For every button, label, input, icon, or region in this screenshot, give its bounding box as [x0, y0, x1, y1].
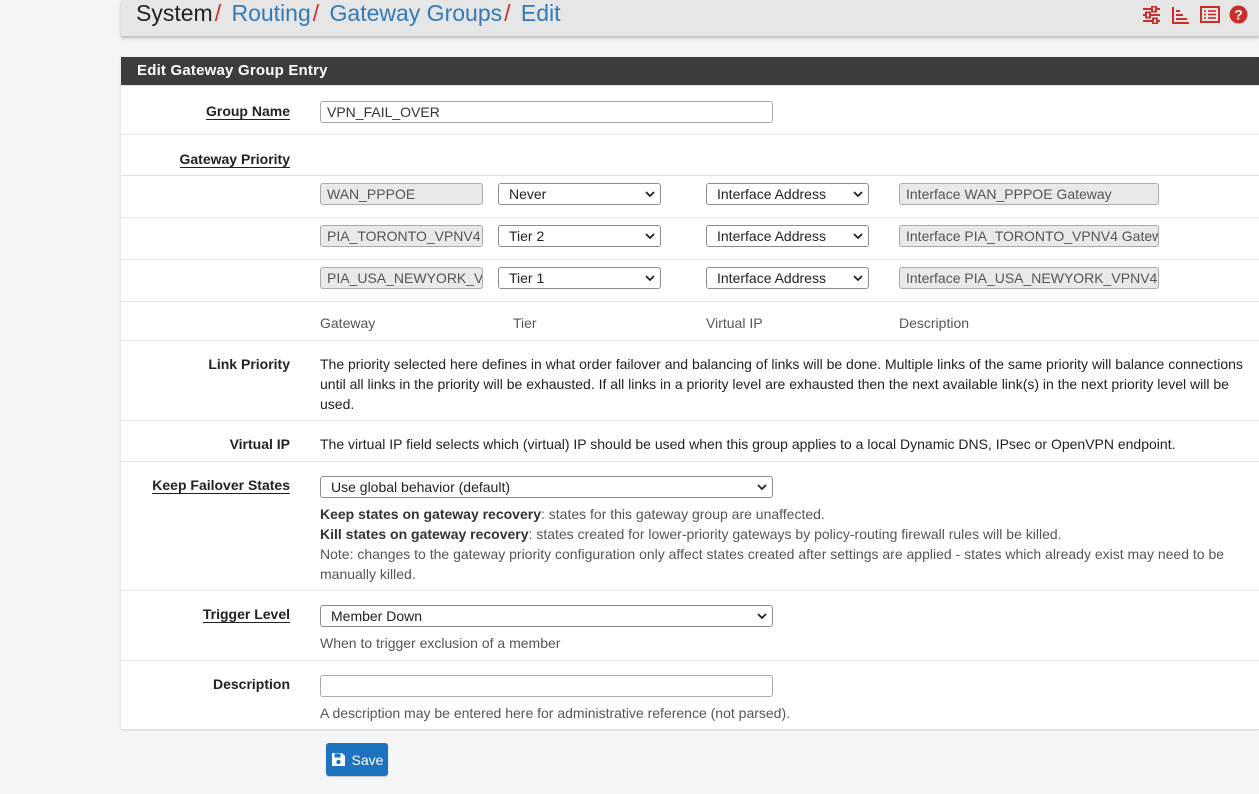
virtual-ip-select-value: Interface Address — [717, 228, 826, 244]
gateway-description-field: Interface PIA_USA_NEWYORK_VPNV4 G — [899, 267, 1159, 289]
breadcrumb: System/ Routing/ Gateway Groups/ Edit — [136, 0, 561, 28]
save-button[interactable]: Save — [326, 743, 388, 776]
trigger-level-select[interactable]: Member Down — [320, 605, 773, 627]
keep-states-term: Keep states on gateway recovery — [320, 506, 541, 522]
gateway-priority-label: Gateway Priority — [179, 151, 290, 168]
gateway-column-headers: Gateway Tier Virtual IP Description — [121, 301, 1259, 340]
group-name-row: Group Name VPN_FAIL_OVER — [121, 85, 1259, 134]
chevron-down-icon — [645, 191, 655, 198]
save-icon — [331, 753, 345, 766]
chevron-down-icon — [645, 275, 655, 282]
virtual-ip-row: Virtual IP The virtual IP field selects … — [121, 420, 1259, 461]
description-row: Description A description may be entered… — [121, 660, 1259, 729]
keep-failover-states-label: Keep Failover States — [152, 477, 290, 494]
tier-select[interactable]: Tier 1 — [498, 267, 661, 289]
link-priority-row: Link Priority The priority selected here… — [121, 340, 1259, 420]
tier-select[interactable]: Never — [498, 183, 661, 205]
save-button-label: Save — [351, 751, 384, 768]
virtual-ip-text: The virtual IP field selects which (virt… — [320, 436, 1176, 452]
breadcrumb-routing-link[interactable]: Routing — [231, 0, 310, 26]
chevron-down-icon — [645, 233, 655, 240]
keep-failover-states-help: Keep states on gateway recovery: states … — [320, 504, 1249, 584]
description-label: Description — [212, 676, 290, 692]
tier-select-value: Tier 1 — [509, 270, 545, 286]
gateway-name-field: WAN_PPPOE — [320, 183, 483, 205]
breadcrumb-edit-link[interactable]: Edit — [521, 0, 561, 26]
gateway-description-field: Interface PIA_TORONTO_VPNV4 Gatew — [899, 225, 1159, 247]
virtual-ip-select-value: Interface Address — [717, 186, 826, 202]
column-header-gateway: Gateway — [320, 315, 376, 331]
edit-gateway-group-panel: Edit Gateway Group Entry Group Name VPN_… — [121, 57, 1259, 729]
settings-sliders-icon[interactable] — [1141, 4, 1162, 25]
list-icon[interactable] — [1199, 4, 1220, 25]
gateway-name-field: PIA_USA_NEWYORK_VP — [320, 267, 483, 289]
breadcrumb-separator: / — [214, 0, 222, 26]
chevron-down-icon — [757, 613, 767, 620]
trigger-level-value: Member Down — [331, 608, 423, 624]
breadcrumb-system: System — [136, 0, 213, 26]
gateway-row: PIA_USA_NEWYORK_VP Tier 1 Interface Addr… — [121, 259, 1259, 301]
link-priority-text: The priority selected here defines in wh… — [320, 356, 1243, 412]
description-help: A description may be entered here for ad… — [320, 705, 791, 721]
virtual-ip-select-value: Interface Address — [717, 270, 826, 286]
tier-select-value: Tier 2 — [509, 228, 545, 244]
trigger-level-help: When to trigger exclusion of a member — [320, 635, 561, 651]
virtual-ip-label: Virtual IP — [229, 436, 290, 452]
kill-states-term: Kill states on gateway recovery — [320, 526, 529, 542]
group-name-label: Group Name — [205, 103, 290, 120]
trigger-level-label: Trigger Level — [202, 606, 290, 623]
link-priority-label: Link Priority — [208, 356, 290, 372]
breadcrumb-separator: / — [504, 0, 511, 26]
gateway-name-field: PIA_TORONTO_VPNV4 — [320, 225, 483, 247]
chevron-down-icon — [853, 233, 863, 240]
tier-select[interactable]: Tier 2 — [498, 225, 661, 247]
svg-text:?: ? — [1234, 7, 1243, 23]
kill-states-help: Kill states on gateway recovery: states … — [320, 524, 1249, 544]
chevron-down-icon — [757, 484, 767, 491]
chevron-down-icon — [853, 275, 863, 282]
keep-states-help: Keep states on gateway recovery: states … — [320, 504, 1249, 524]
virtual-ip-select[interactable]: Interface Address — [706, 183, 869, 205]
tier-select-value: Never — [509, 186, 547, 202]
failover-note: Note: changes to the gateway priority co… — [320, 546, 1225, 582]
header-icons: ? — [1141, 4, 1249, 25]
column-header-tier: Tier — [513, 315, 537, 331]
virtual-ip-select[interactable]: Interface Address — [706, 267, 869, 289]
column-header-virtual-ip: Virtual IP — [706, 315, 763, 331]
breadcrumb-gateway-groups-link[interactable]: Gateway Groups — [330, 0, 503, 26]
trigger-level-row: Trigger Level Member Down When to trigge… — [121, 590, 1259, 660]
gateway-row: PIA_TORONTO_VPNV4 Tier 2 Interface Addre… — [121, 217, 1259, 259]
gateway-description-field: Interface WAN_PPPOE Gateway — [899, 183, 1159, 205]
virtual-ip-select[interactable]: Interface Address — [706, 225, 869, 247]
description-input[interactable] — [320, 675, 773, 697]
group-name-input[interactable]: VPN_FAIL_OVER — [320, 101, 773, 123]
keep-failover-states-select[interactable]: Use global behavior (default) — [320, 476, 773, 498]
help-icon[interactable]: ? — [1228, 4, 1249, 25]
gateway-row: WAN_PPPOE Never Interface Address Interf… — [121, 175, 1259, 217]
breadcrumb-separator: / — [312, 0, 320, 26]
panel-title: Edit Gateway Group Entry — [121, 57, 1259, 85]
keep-failover-states-row: Keep Failover States Use global behavior… — [121, 461, 1259, 590]
chart-icon[interactable] — [1170, 4, 1191, 25]
keep-failover-states-value: Use global behavior (default) — [331, 479, 510, 495]
gateway-priority-row: Gateway Priority — [121, 134, 1259, 175]
page-header: System/ Routing/ Gateway Groups/ Edit ? — [121, 0, 1259, 36]
chevron-down-icon — [853, 191, 863, 198]
column-header-description: Description — [899, 315, 970, 331]
keep-states-desc: : states for this gateway group are unaf… — [541, 506, 825, 522]
kill-states-desc: : states created for lower-priority gate… — [528, 526, 1062, 542]
